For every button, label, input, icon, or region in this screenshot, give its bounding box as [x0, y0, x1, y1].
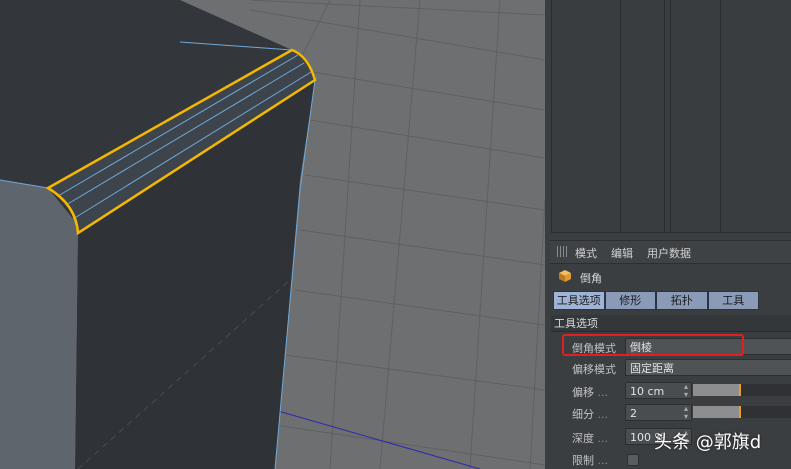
section-title: 工具选项	[551, 315, 791, 332]
object-manager-area[interactable]	[551, 0, 791, 233]
grip-icon[interactable]	[557, 246, 569, 257]
object-header: 倒角	[550, 266, 791, 288]
limit-label: 限制 ...	[572, 454, 608, 467]
3d-viewport[interactable]	[0, 0, 545, 469]
limit-checkbox[interactable]	[627, 454, 639, 466]
offset-label: 偏移 ...	[572, 386, 608, 399]
param-offset: 偏移 ... 10 cm ▴ ▾	[550, 381, 791, 401]
tab-tool[interactable]: 工具	[707, 291, 759, 310]
attribute-menubar: 模式 编辑 用户数据	[550, 240, 791, 264]
tab-tool-options[interactable]: 工具选项	[553, 291, 605, 310]
subdivision-label: 细分 ...	[572, 408, 608, 421]
menu-edit[interactable]: 编辑	[611, 245, 633, 261]
subdivision-slider[interactable]	[693, 406, 791, 418]
highlight-box	[562, 334, 744, 356]
param-subdivision: 细分 ... 2 ▴ ▾	[550, 403, 791, 423]
attribute-panel: 模式 编辑 用户数据 倒角 工具选项 修形 拓扑 工具 工具选项 倒角模式 倒棱…	[545, 0, 791, 469]
menu-mode[interactable]: 模式	[575, 245, 597, 261]
viewport-canvas	[0, 0, 545, 469]
spinner-icon: ▴ ▾	[683, 404, 688, 421]
offset-slider[interactable]	[693, 384, 791, 396]
offset-mode-dropdown[interactable]: 固定距离	[625, 359, 791, 376]
tab-topology[interactable]: 拓扑	[656, 291, 708, 310]
watermark: 头条 @郭旗d	[654, 432, 762, 453]
spinner-icon: ▴ ▾	[683, 382, 688, 399]
cube-icon	[559, 270, 571, 282]
depth-label: 深度 ...	[572, 432, 608, 445]
menu-user-data[interactable]: 用户数据	[647, 245, 691, 261]
tab-bar: 工具选项 修形 拓扑 工具	[553, 291, 759, 310]
subdivision-input[interactable]: 2 ▴ ▾	[625, 404, 692, 421]
tab-shaping[interactable]: 修形	[604, 291, 656, 310]
offset-mode-label: 偏移模式	[572, 363, 616, 376]
cube-side-face	[0, 180, 78, 469]
object-name: 倒角	[580, 272, 602, 285]
param-offset-mode: 偏移模式 固定距离	[550, 358, 791, 378]
offset-input[interactable]: 10 cm ▴ ▾	[625, 382, 692, 399]
